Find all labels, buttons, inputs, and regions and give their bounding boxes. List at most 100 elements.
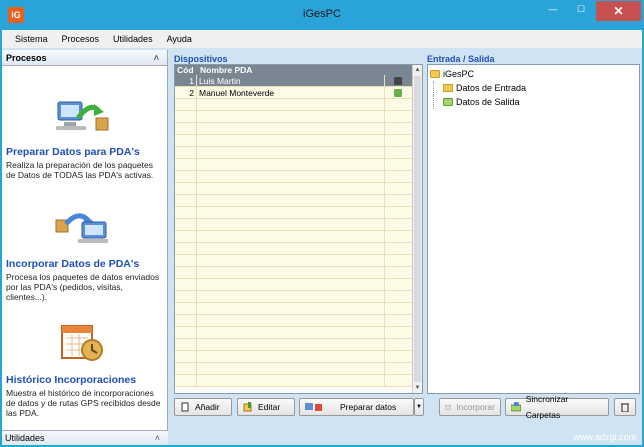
add-button-label: Añadir — [195, 402, 220, 412]
sync-folders-button-label: Sincronizar Carpetas — [525, 394, 569, 420]
empty-row — [175, 99, 422, 111]
prepare-data-button[interactable]: Preparar datos — [299, 398, 414, 416]
delete-button[interactable] — [614, 398, 636, 416]
menu-utilidades[interactable]: Utilidades — [106, 30, 160, 48]
edit-button-label: Editar — [258, 402, 281, 412]
table-row[interactable]: 1 Luis Martin — [175, 75, 422, 87]
devices-label: Dispositivos — [174, 54, 228, 64]
history-calendar-icon[interactable] — [52, 324, 112, 364]
website-link[interactable]: www.adzgi.com — [573, 432, 636, 442]
process-prepare: Preparar Datos para PDA's Realiza la pre… — [2, 146, 168, 180]
tree-node-label: Datos de Salida — [456, 97, 520, 107]
empty-row — [175, 147, 422, 159]
scroll-up-icon[interactable]: ▲ — [413, 65, 422, 75]
menu-procesos[interactable]: Procesos — [55, 30, 107, 48]
cell-name: Luis Martin — [197, 75, 385, 86]
computer-to-package-icon[interactable] — [52, 96, 112, 136]
process-incorporate-description: Procesa los paquetes de datos enviados p… — [6, 272, 160, 302]
incorporate-button-label: Incorporar — [456, 402, 495, 412]
process-incorporate: Incorporar Datos de PDA's Procesa los pa… — [2, 258, 168, 302]
empty-row — [175, 231, 422, 243]
prepare-data-button-label: Preparar datos — [340, 402, 397, 412]
empty-row — [175, 327, 422, 339]
edit-button[interactable]: Editar — [237, 398, 295, 416]
trash-icon — [621, 403, 629, 412]
cell-cod: 2 — [175, 87, 197, 98]
process-prepare-title[interactable]: Preparar Datos para PDA's — [6, 146, 164, 158]
tree-node-root[interactable]: iGesPC — [430, 67, 637, 81]
io-tree: iGesPC Datos de Entrada Datos de Salida — [427, 64, 640, 394]
empty-row — [175, 303, 422, 315]
processes-pane: Procesos ˄ Preparar Datos para PDA's Rea… — [2, 50, 168, 445]
empty-row — [175, 183, 422, 195]
empty-row — [175, 243, 422, 255]
incorporate-button[interactable]: Incorporar — [439, 398, 501, 416]
app-window: iG iGesPC — ☐ ✕ Sistema Procesos Utilida… — [0, 0, 644, 447]
scroll-thumb[interactable] — [414, 76, 421, 382]
tree-node-label: iGesPC — [443, 69, 475, 79]
empty-row — [175, 351, 422, 363]
tree-connector — [433, 81, 443, 95]
empty-row — [175, 267, 422, 279]
empty-row — [175, 195, 422, 207]
expand-icon[interactable]: ˄ — [155, 431, 160, 446]
process-history-description: Muestra el histórico de incorporaciones … — [6, 388, 161, 418]
cell-name: Manuel Monteverde — [197, 87, 385, 98]
folder-icon — [430, 70, 440, 78]
main-area: Procesos ˄ Preparar Datos para PDA's Rea… — [2, 48, 642, 445]
column-header-cod[interactable]: Cód — [175, 65, 197, 75]
sync-folders-icon — [511, 402, 521, 412]
process-prepare-description: Realiza la preparación de los paquetes d… — [6, 160, 154, 180]
edit-icon — [243, 402, 252, 412]
package-to-computer-icon[interactable] — [52, 206, 112, 246]
empty-row — [175, 207, 422, 219]
process-history: Histórico Incorporaciones Muestra el his… — [2, 374, 168, 418]
empty-row — [175, 279, 422, 291]
tree-node-salida[interactable]: Datos de Salida — [430, 95, 637, 109]
empty-row — [175, 339, 422, 351]
empty-row — [175, 291, 422, 303]
utilities-pane-header[interactable]: Utilidades ˄ — [2, 430, 168, 445]
title-bar: iG iGesPC — ☐ ✕ — [0, 0, 644, 30]
scroll-down-icon[interactable]: ▼ — [413, 383, 422, 393]
empty-row — [175, 111, 422, 123]
empty-row — [175, 315, 422, 327]
menu-sistema[interactable]: Sistema — [8, 30, 55, 48]
chevron-down-icon: ▼ — [416, 404, 422, 410]
empty-row — [175, 171, 422, 183]
sync-folders-button[interactable]: Sincronizar Carpetas — [505, 394, 609, 420]
prepare-data-dropdown[interactable]: ▼ — [414, 398, 424, 416]
empty-row — [175, 123, 422, 135]
empty-row — [175, 159, 422, 171]
devices-grid: Cód Nombre PDA 1 Luis Martin 2 Manuel Mo… — [174, 64, 423, 394]
tree-node-entrada[interactable]: Datos de Entrada — [430, 81, 637, 95]
close-button[interactable]: ✕ — [596, 1, 641, 21]
empty-row — [175, 219, 422, 231]
process-history-title[interactable]: Histórico Incorporaciones — [6, 374, 164, 386]
prepare-data-icon — [305, 403, 322, 411]
io-label: Entrada / Salida — [427, 54, 495, 64]
process-incorporate-title[interactable]: Incorporar Datos de PDA's — [6, 258, 164, 270]
collapse-icon[interactable]: ˄ — [154, 50, 159, 66]
grid-scrollbar[interactable]: ▲ ▼ — [412, 65, 422, 393]
menu-ayuda[interactable]: Ayuda — [160, 30, 199, 48]
empty-row — [175, 135, 422, 147]
add-button[interactable]: Añadir — [174, 398, 232, 416]
utilities-pane-title: Utilidades — [5, 433, 45, 443]
folder-icon — [443, 84, 453, 92]
tree-connector — [433, 95, 443, 109]
tree-node-label: Datos de Entrada — [456, 83, 527, 93]
cell-cod: 1 — [175, 75, 197, 86]
android-device-icon — [385, 87, 411, 98]
minimize-button[interactable]: — — [540, 4, 566, 25]
empty-row — [175, 255, 422, 267]
processes-pane-header[interactable]: Procesos ˄ — [2, 50, 167, 66]
incorporate-icon — [445, 404, 451, 410]
menu-bar: Sistema Procesos Utilidades Ayuda — [2, 30, 642, 48]
empty-row — [175, 363, 422, 375]
maximize-button[interactable]: ☐ — [568, 4, 594, 25]
empty-row — [175, 375, 422, 387]
column-header-name[interactable]: Nombre PDA — [197, 65, 422, 75]
table-row[interactable]: 2 Manuel Monteverde — [175, 87, 422, 99]
apple-device-icon — [385, 75, 411, 86]
